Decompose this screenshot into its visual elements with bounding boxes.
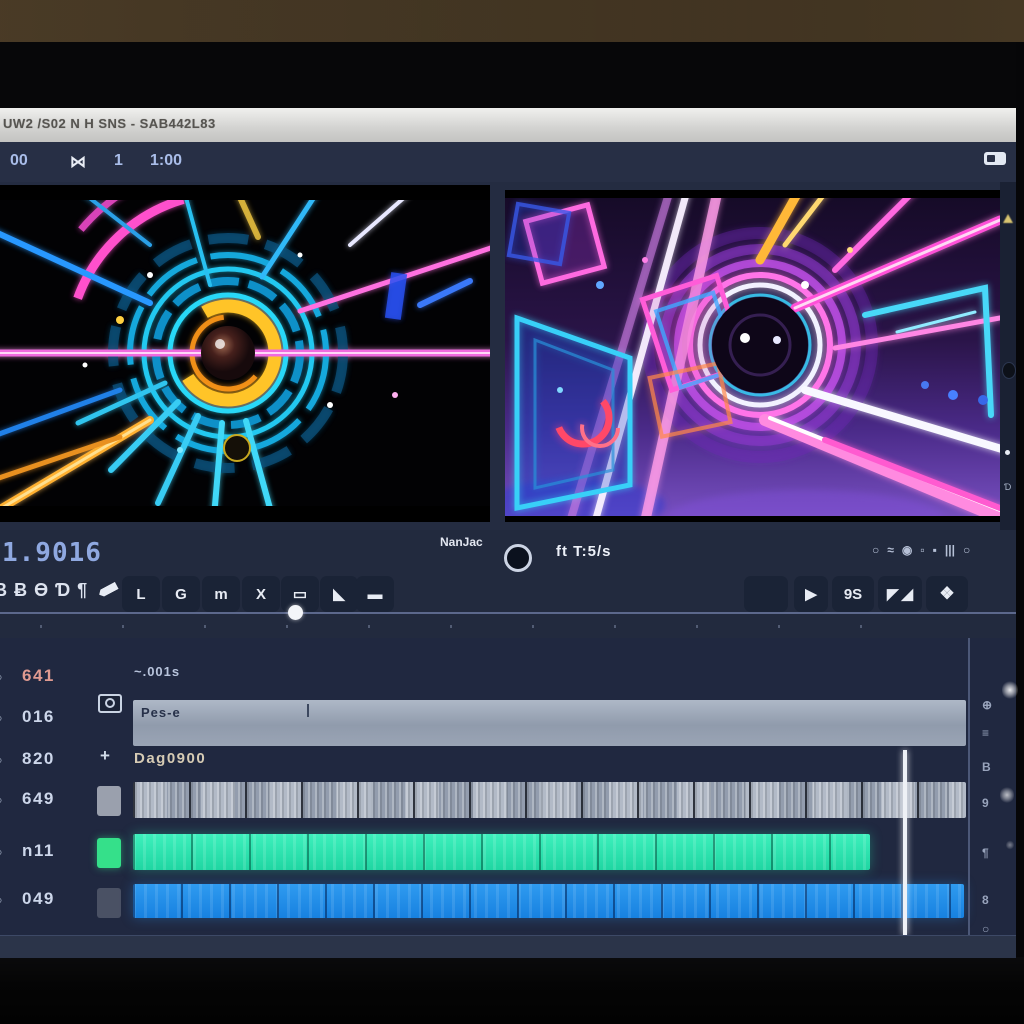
ruler-tick (307, 704, 309, 717)
audio-track-clip-teal[interactable] (133, 834, 870, 870)
workspace-layout-icon[interactable] (984, 152, 1006, 165)
panel-dot-icon (1005, 450, 1010, 455)
photo-background (0, 0, 1024, 42)
timeline-ruler[interactable]: Pes-e (133, 700, 966, 746)
track-toggle-icon[interactable]: ○ (0, 793, 2, 807)
timeline-right-icon-6[interactable]: 8 (982, 893, 989, 907)
transport-bar: 1.9016 NanJac ft T:5/s ○ ≈ ◉ ▫ ▪ ||| ○ (0, 530, 1016, 575)
playhead[interactable] (903, 750, 907, 935)
video-track-clip[interactable] (133, 782, 966, 818)
track-color-swatch-gray[interactable] (97, 786, 121, 816)
film-strip-icon[interactable]: ||| (945, 543, 955, 557)
timeline-right-icon-7[interactable]: ○ (982, 922, 989, 936)
tool-button-2[interactable]: G (162, 576, 200, 612)
track-toggle-icon[interactable]: ○ (0, 711, 2, 725)
marker-tools: Ɓ Ƀ Ɵ Ɗ ¶ (0, 580, 87, 601)
track-label[interactable]: 049 (22, 889, 55, 909)
track-toggle-icon[interactable]: ○ (0, 845, 2, 859)
settings-icon-1[interactable]: ○ (872, 543, 879, 557)
timeline-zoom-label: ~.001s (134, 664, 180, 679)
tool-button-4[interactable]: X (242, 576, 280, 612)
monitor-bezel-top (0, 42, 1024, 108)
panel-glyph: Ɗ (1004, 482, 1011, 492)
monitor-bezel-bottom (0, 957, 1024, 1024)
menubar-field-3[interactable]: 1:00 (150, 152, 182, 170)
menubar-field-1[interactable]: 00 (10, 152, 28, 170)
track-color-swatch-dark[interactable] (97, 888, 121, 918)
move-button[interactable]: ❖ (926, 576, 968, 612)
bezel-reflection-3 (1006, 840, 1014, 850)
marker-tool-5-icon[interactable]: ¶ (77, 580, 87, 601)
timeline-time-label: Dag0900 (134, 750, 206, 767)
clip-name-label: NanJac (440, 535, 483, 549)
program-monitor[interactable] (505, 190, 1000, 522)
screen-photo: UW2 /S02 N H SNS - SAB442L83 00 ⋈ 1 1:00 (0, 0, 1024, 1024)
flag-icon: ◤ (887, 585, 899, 603)
panel-triangle-icon[interactable] (1003, 214, 1013, 223)
settings-icon-5[interactable]: ▪ (933, 543, 937, 557)
window-title: UW2 /S02 N H SNS - SAB442L83 (3, 116, 216, 131)
timeline-scrollbar-strip[interactable] (0, 935, 1016, 958)
settings-icon-2[interactable]: ≈ (887, 543, 894, 557)
marker-tool-3-icon[interactable]: Ɵ (34, 580, 48, 601)
source-monitor[interactable] (0, 185, 490, 522)
tool-button-1[interactable]: L (122, 576, 160, 612)
right-panel-strip: Ɗ (1000, 182, 1016, 530)
settings-icon-7[interactable]: ○ (963, 543, 970, 557)
preview-panels: Ɗ (0, 182, 1016, 530)
zoom-slider-thumb[interactable] (288, 605, 303, 620)
tool-button-7[interactable]: ▬ (356, 576, 394, 612)
tool-button-3[interactable]: m (202, 576, 240, 612)
ruler-label: Pes-e (141, 705, 181, 720)
add-track-icon[interactable]: + (100, 746, 110, 766)
menubar-field-2[interactable]: 1 (114, 152, 123, 170)
timeline-right-icon-4[interactable]: 9 (982, 796, 989, 810)
settings-icon-4[interactable]: ▫ (920, 543, 924, 557)
timecode-display[interactable]: 1.9016 (2, 538, 102, 568)
track-toggle-icon[interactable]: ○ (0, 670, 2, 684)
track-label[interactable]: 649 (22, 789, 55, 809)
timeline-right-icon-5[interactable]: ¶ (982, 846, 989, 860)
timeline-tracks-area: ~.001s Pes-e Dag0900 (127, 638, 968, 957)
settings-icon-3[interactable]: ◉ (902, 543, 912, 557)
marker-tool-2-icon[interactable]: Ƀ (14, 580, 27, 601)
fit-zoom-label[interactable]: ft T:5/s (556, 543, 612, 560)
track-label[interactable]: 820 (22, 749, 55, 769)
record-button[interactable] (504, 544, 532, 572)
tool-bar: Ɓ Ƀ Ɵ Ɗ ¶ L G m X ▭ ◣ ▬ ▶ 9S ◤ ◢ ❖ (0, 575, 1016, 640)
bezel-reflection-1 (1002, 680, 1018, 700)
blank-button[interactable] (744, 576, 788, 612)
bezel-reflection-2 (1000, 786, 1014, 804)
play-button[interactable]: ▶ (794, 576, 828, 612)
media-browser-icon[interactable]: ⋈ (70, 152, 86, 172)
panel-knob-icon[interactable] (1002, 362, 1016, 379)
slider-ticks (40, 625, 920, 628)
window-titlebar: UW2 /S02 N H SNS - SAB442L83 (0, 108, 1016, 143)
zoom-slider-track[interactable] (0, 612, 1016, 614)
track-toggle-icon[interactable]: ○ (0, 753, 2, 767)
timeline-right-icon-3[interactable]: B (982, 760, 991, 774)
loop-button[interactable]: 9S (832, 576, 874, 612)
track-label[interactable]: n11 (22, 841, 55, 861)
pen-tool-icon[interactable] (96, 578, 120, 598)
track-header-column: ○ 641 ○ 016 ○ 820 ○ 649 ○ n11 ○ 049 + (0, 638, 127, 957)
flag-wedge-button[interactable]: ◤ ◢ (878, 576, 922, 612)
track-color-swatch-green[interactable] (97, 838, 121, 868)
camera-icon[interactable] (98, 694, 122, 713)
track-toggle-icon[interactable]: ○ (0, 893, 2, 907)
timeline-right-icon-1[interactable]: ⊕ (982, 698, 992, 712)
timeline-panel: ○ 641 ○ 016 ○ 820 ○ 649 ○ n11 ○ 049 + ~.… (0, 638, 1016, 957)
audio-track-clip-blue[interactable] (133, 884, 964, 918)
monitor-settings-icons: ○ ≈ ◉ ▫ ▪ ||| ○ (872, 543, 970, 557)
menubar: 00 ⋈ 1 1:00 (0, 142, 1016, 183)
marker-tool-4-icon[interactable]: Ɗ (55, 580, 70, 601)
tool-button-6[interactable]: ◣ (320, 576, 358, 612)
track-label[interactable]: 641 (22, 666, 55, 686)
timeline-right-icon-2[interactable]: ≡ (982, 726, 989, 740)
wedge-icon: ◢ (902, 585, 914, 603)
track-label[interactable]: 016 (22, 707, 55, 727)
marker-tool-1-icon[interactable]: Ɓ (0, 580, 7, 601)
